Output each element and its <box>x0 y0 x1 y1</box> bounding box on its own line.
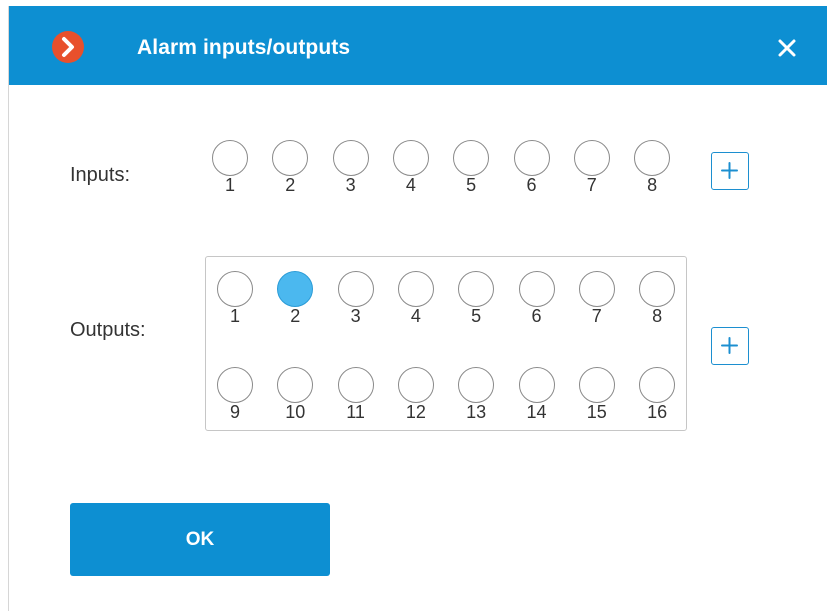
output-indicator-1[interactable] <box>215 269 255 309</box>
output-indicator-5[interactable] <box>456 269 496 309</box>
input-led <box>513 140 550 176</box>
output-indicator-7[interactable] <box>577 269 617 309</box>
output-number: 6 <box>531 306 542 326</box>
output-indicator-9[interactable] <box>215 365 255 405</box>
output-indicator-4[interactable] <box>396 269 436 309</box>
input-number: 3 <box>345 175 356 195</box>
output-indicator-13[interactable] <box>456 365 496 405</box>
plus-icon <box>721 162 738 179</box>
input-led <box>272 140 309 176</box>
output-indicator-11[interactable] <box>336 365 376 405</box>
output-number: 13 <box>466 402 487 422</box>
input-number: 5 <box>466 175 477 195</box>
input-indicator-4[interactable] <box>391 138 431 178</box>
input-number: 1 <box>224 175 235 195</box>
input-number: 6 <box>526 175 537 195</box>
output-led <box>277 367 314 403</box>
output-led <box>578 271 615 307</box>
output-number: 3 <box>350 306 361 326</box>
output-led <box>217 271 253 307</box>
output-indicator-15[interactable] <box>577 365 617 405</box>
title-bar: Alarm inputs/outputs <box>9 6 827 85</box>
input-indicator-3[interactable] <box>331 138 371 178</box>
output-number: 8 <box>652 306 663 326</box>
output-led <box>337 367 374 403</box>
output-number: 1 <box>229 306 240 326</box>
output-led <box>458 271 495 307</box>
output-indicator-16[interactable] <box>637 365 677 405</box>
output-number: 15 <box>586 402 607 422</box>
plus-icon <box>721 337 738 354</box>
input-led <box>573 140 610 176</box>
ok-button[interactable]: OK <box>70 503 330 576</box>
input-indicator-2[interactable] <box>270 138 310 178</box>
alarm-io-dialog: Alarm inputs/outputs Inputs: Outputs: OK… <box>8 6 827 611</box>
output-number: 5 <box>471 306 482 326</box>
dialog-title: Alarm inputs/outputs <box>137 36 351 59</box>
output-led <box>337 271 374 307</box>
output-indicator-2[interactable] <box>275 269 315 309</box>
output-number: 10 <box>285 402 306 422</box>
output-led <box>217 367 253 403</box>
output-number: 7 <box>591 306 602 326</box>
output-led <box>458 367 495 403</box>
input-led <box>453 140 490 176</box>
output-number: 14 <box>526 402 547 422</box>
add-output-button[interactable] <box>711 327 749 365</box>
input-indicator-8[interactable] <box>632 138 672 178</box>
input-indicator-7[interactable] <box>572 138 612 178</box>
output-number: 4 <box>410 306 421 326</box>
output-indicator-12[interactable] <box>396 365 436 405</box>
output-number: 9 <box>229 402 240 422</box>
input-number: 4 <box>405 175 416 195</box>
output-led <box>578 367 615 403</box>
output-indicator-10[interactable] <box>275 365 315 405</box>
outputs-label: Outputs: <box>70 319 146 341</box>
output-number: 12 <box>405 402 426 422</box>
output-led <box>639 271 676 307</box>
app-logo-icon <box>52 31 84 63</box>
input-indicator-5[interactable] <box>451 138 491 178</box>
add-input-button[interactable] <box>711 152 749 190</box>
input-number: 7 <box>586 175 597 195</box>
input-indicator-6[interactable] <box>512 138 552 178</box>
input-number: 8 <box>647 175 658 195</box>
input-led <box>332 140 369 176</box>
close-icon[interactable] <box>769 30 805 66</box>
output-number: 11 <box>346 402 365 422</box>
input-indicator-1[interactable] <box>210 138 250 178</box>
output-led <box>639 367 676 403</box>
input-led <box>634 140 671 176</box>
input-led <box>392 140 429 176</box>
output-number: 2 <box>290 306 301 326</box>
output-led <box>277 271 314 307</box>
output-indicator-8[interactable] <box>637 269 677 309</box>
inputs-label: Inputs: <box>70 164 131 186</box>
output-indicator-14[interactable] <box>517 365 557 405</box>
output-led <box>397 271 434 307</box>
output-led <box>518 271 555 307</box>
input-number: 2 <box>285 175 296 195</box>
output-led <box>518 367 555 403</box>
output-indicator-6[interactable] <box>517 269 557 309</box>
output-number: 16 <box>647 402 668 422</box>
output-led <box>397 367 434 403</box>
output-indicator-3[interactable] <box>336 269 376 309</box>
input-led <box>212 140 248 176</box>
